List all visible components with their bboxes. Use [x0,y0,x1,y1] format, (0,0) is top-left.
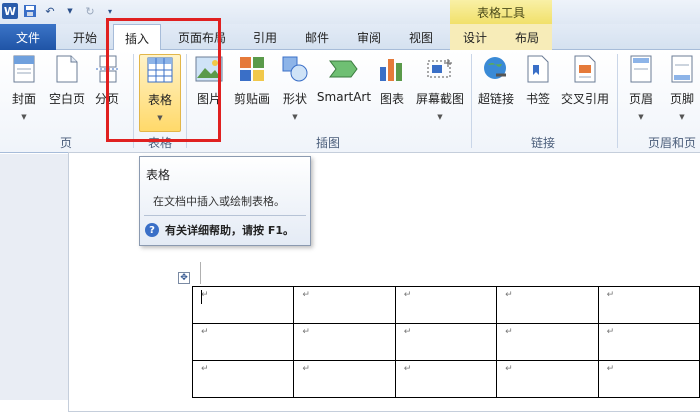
tab-mailings[interactable]: 邮件 [296,24,338,50]
cover-button[interactable]: 封面 ▼ [6,54,42,132]
group-label-illustrations: 插图 [315,136,340,150]
tooltip-divider [144,215,306,216]
save-icon[interactable] [22,3,38,19]
cover-page-icon [9,54,39,84]
screenshot-icon [425,54,455,84]
ribbon-tab-row: 文件 开始 插入 页面布局 引用 邮件 审阅 视图 设计 布局 [0,24,700,51]
header-dropdown-icon: ▼ [638,113,644,121]
tab-layout[interactable]: 布局 [506,24,548,50]
table-cell[interactable]: ↵ [293,286,396,324]
group-separator [617,54,618,148]
clipart-icon [237,54,267,84]
table-cell[interactable]: ↵ [597,360,700,398]
shapes-icon [280,54,310,84]
bookmark-label: 书签 [525,92,550,106]
footer-icon [667,54,697,84]
table-cell[interactable]: ↵ [394,286,498,324]
group-label-header-footer: 页眉和页 [648,136,697,150]
ribbon-insert: 封面 ▼ 空白页 分页 页 表格 ▼ 表格 图片 剪贴画 形状 ▼ SmartA… [0,50,700,153]
customize-qat-icon[interactable]: ▾ [102,3,118,19]
blank-page-label: 空白页 [48,92,85,106]
shapes-dropdown-icon: ▼ [292,113,298,121]
table-cell[interactable]: ↵ [293,323,396,361]
table-cell[interactable]: ↵ [191,286,295,324]
tab-file[interactable]: 文件 [0,24,56,50]
table-tooltip: 表格 在文档中插入或绘制表格。 ? 有关详细帮助，请按 F1。 [139,156,311,246]
chart-icon [377,54,407,84]
footer-button[interactable]: 页脚 ▼ [664,54,700,132]
table-cell[interactable]: ↵ [597,323,700,361]
table-cell[interactable]: ↵ [191,360,295,398]
tooltip-help-text: 有关详细帮助，请按 F1。 [165,224,294,237]
hyperlink-icon [481,54,511,84]
title-bar: W ↶ ▼ ↻ ▾ 表格工具 [0,0,700,24]
help-icon: ? [145,223,159,237]
blank-page-icon [52,54,82,84]
cross-reference-label: 交叉引用 [560,92,609,106]
group-label-links: 链接 [530,136,555,150]
table-row: ↵ ↵ ↵ ↵ ↵ [191,286,700,324]
margin-mark [200,262,201,284]
table-row: ↵ ↵ ↵ ↵ ↵ [191,323,700,361]
tab-references[interactable]: 引用 [244,24,286,50]
tooltip-description: 在文档中插入或绘制表格。 [153,195,285,208]
screenshot-dropdown-icon: ▼ [437,113,443,121]
smartart-icon [329,54,359,84]
tab-home[interactable]: 开始 [62,24,108,50]
table-cell[interactable]: ↵ [496,286,599,324]
blank-page-button[interactable]: 空白页 [46,54,88,132]
redo-icon[interactable]: ↻ [82,3,98,19]
chart-label: 图表 [379,92,404,106]
table-cell[interactable]: ↵ [293,360,396,398]
tab-design[interactable]: 设计 [454,24,496,50]
cross-reference-button[interactable]: 交叉引用 [558,54,612,132]
table-cell[interactable]: ↵ [496,323,599,361]
chart-button[interactable]: 图表 [376,54,408,132]
undo-icon[interactable]: ↶ [42,3,58,19]
hyperlink-label: 超链接 [477,92,514,106]
smartart-button[interactable]: SmartArt [316,54,372,132]
word-logo-icon[interactable]: W [2,3,18,19]
smartart-label: SmartArt [316,90,372,104]
footer-label: 页脚 [669,92,694,106]
table-button-highlight [106,18,221,142]
clipart-label: 剪贴画 [233,92,270,106]
tab-review[interactable]: 审阅 [348,24,390,50]
screenshot-button[interactable]: 屏幕截图 ▼ [412,54,468,132]
table-cell[interactable]: ↵ [394,360,498,398]
text-caret [201,290,202,304]
cover-label: 封面 [11,92,36,106]
cover-dropdown-icon: ▼ [21,113,27,121]
bookmark-icon [523,54,553,84]
table-row: ↵ ↵ ↵ ↵ ↵ [191,360,700,398]
bookmark-button[interactable]: 书签 [522,54,554,132]
tooltip-help: ? 有关详细帮助，请按 F1。 [145,222,294,238]
footer-dropdown-icon: ▼ [679,113,685,121]
quick-access-toolbar: W ↶ ▼ ↻ ▾ [2,3,118,19]
hyperlink-button[interactable]: 超链接 [476,54,516,132]
table-cell[interactable]: ↵ [597,286,700,324]
tab-view[interactable]: 视图 [400,24,442,50]
header-button[interactable]: 页眉 ▼ [624,54,658,132]
shapes-label: 形状 [282,92,307,106]
table-cell[interactable]: ↵ [191,323,295,361]
table-tools-context-title: 表格工具 [450,0,552,24]
clipart-button[interactable]: 剪贴画 [230,54,274,132]
screenshot-label: 屏幕截图 [415,92,464,106]
shapes-button[interactable]: 形状 ▼ [278,54,312,132]
undo-dropdown-icon[interactable]: ▼ [62,3,78,19]
document-table[interactable]: ↵ ↵ ↵ ↵ ↵ ↵ ↵ ↵ ↵ ↵ ↵ ↵ ↵ ↵ ↵ [191,286,700,398]
table-move-handle-icon[interactable]: ✥ [178,272,190,284]
cross-reference-icon [570,54,600,84]
table-cell[interactable]: ↵ [394,323,498,361]
tooltip-title: 表格 [146,168,171,182]
header-icon [626,54,656,84]
header-label: 页眉 [628,92,653,106]
table-cell[interactable]: ↵ [496,360,599,398]
